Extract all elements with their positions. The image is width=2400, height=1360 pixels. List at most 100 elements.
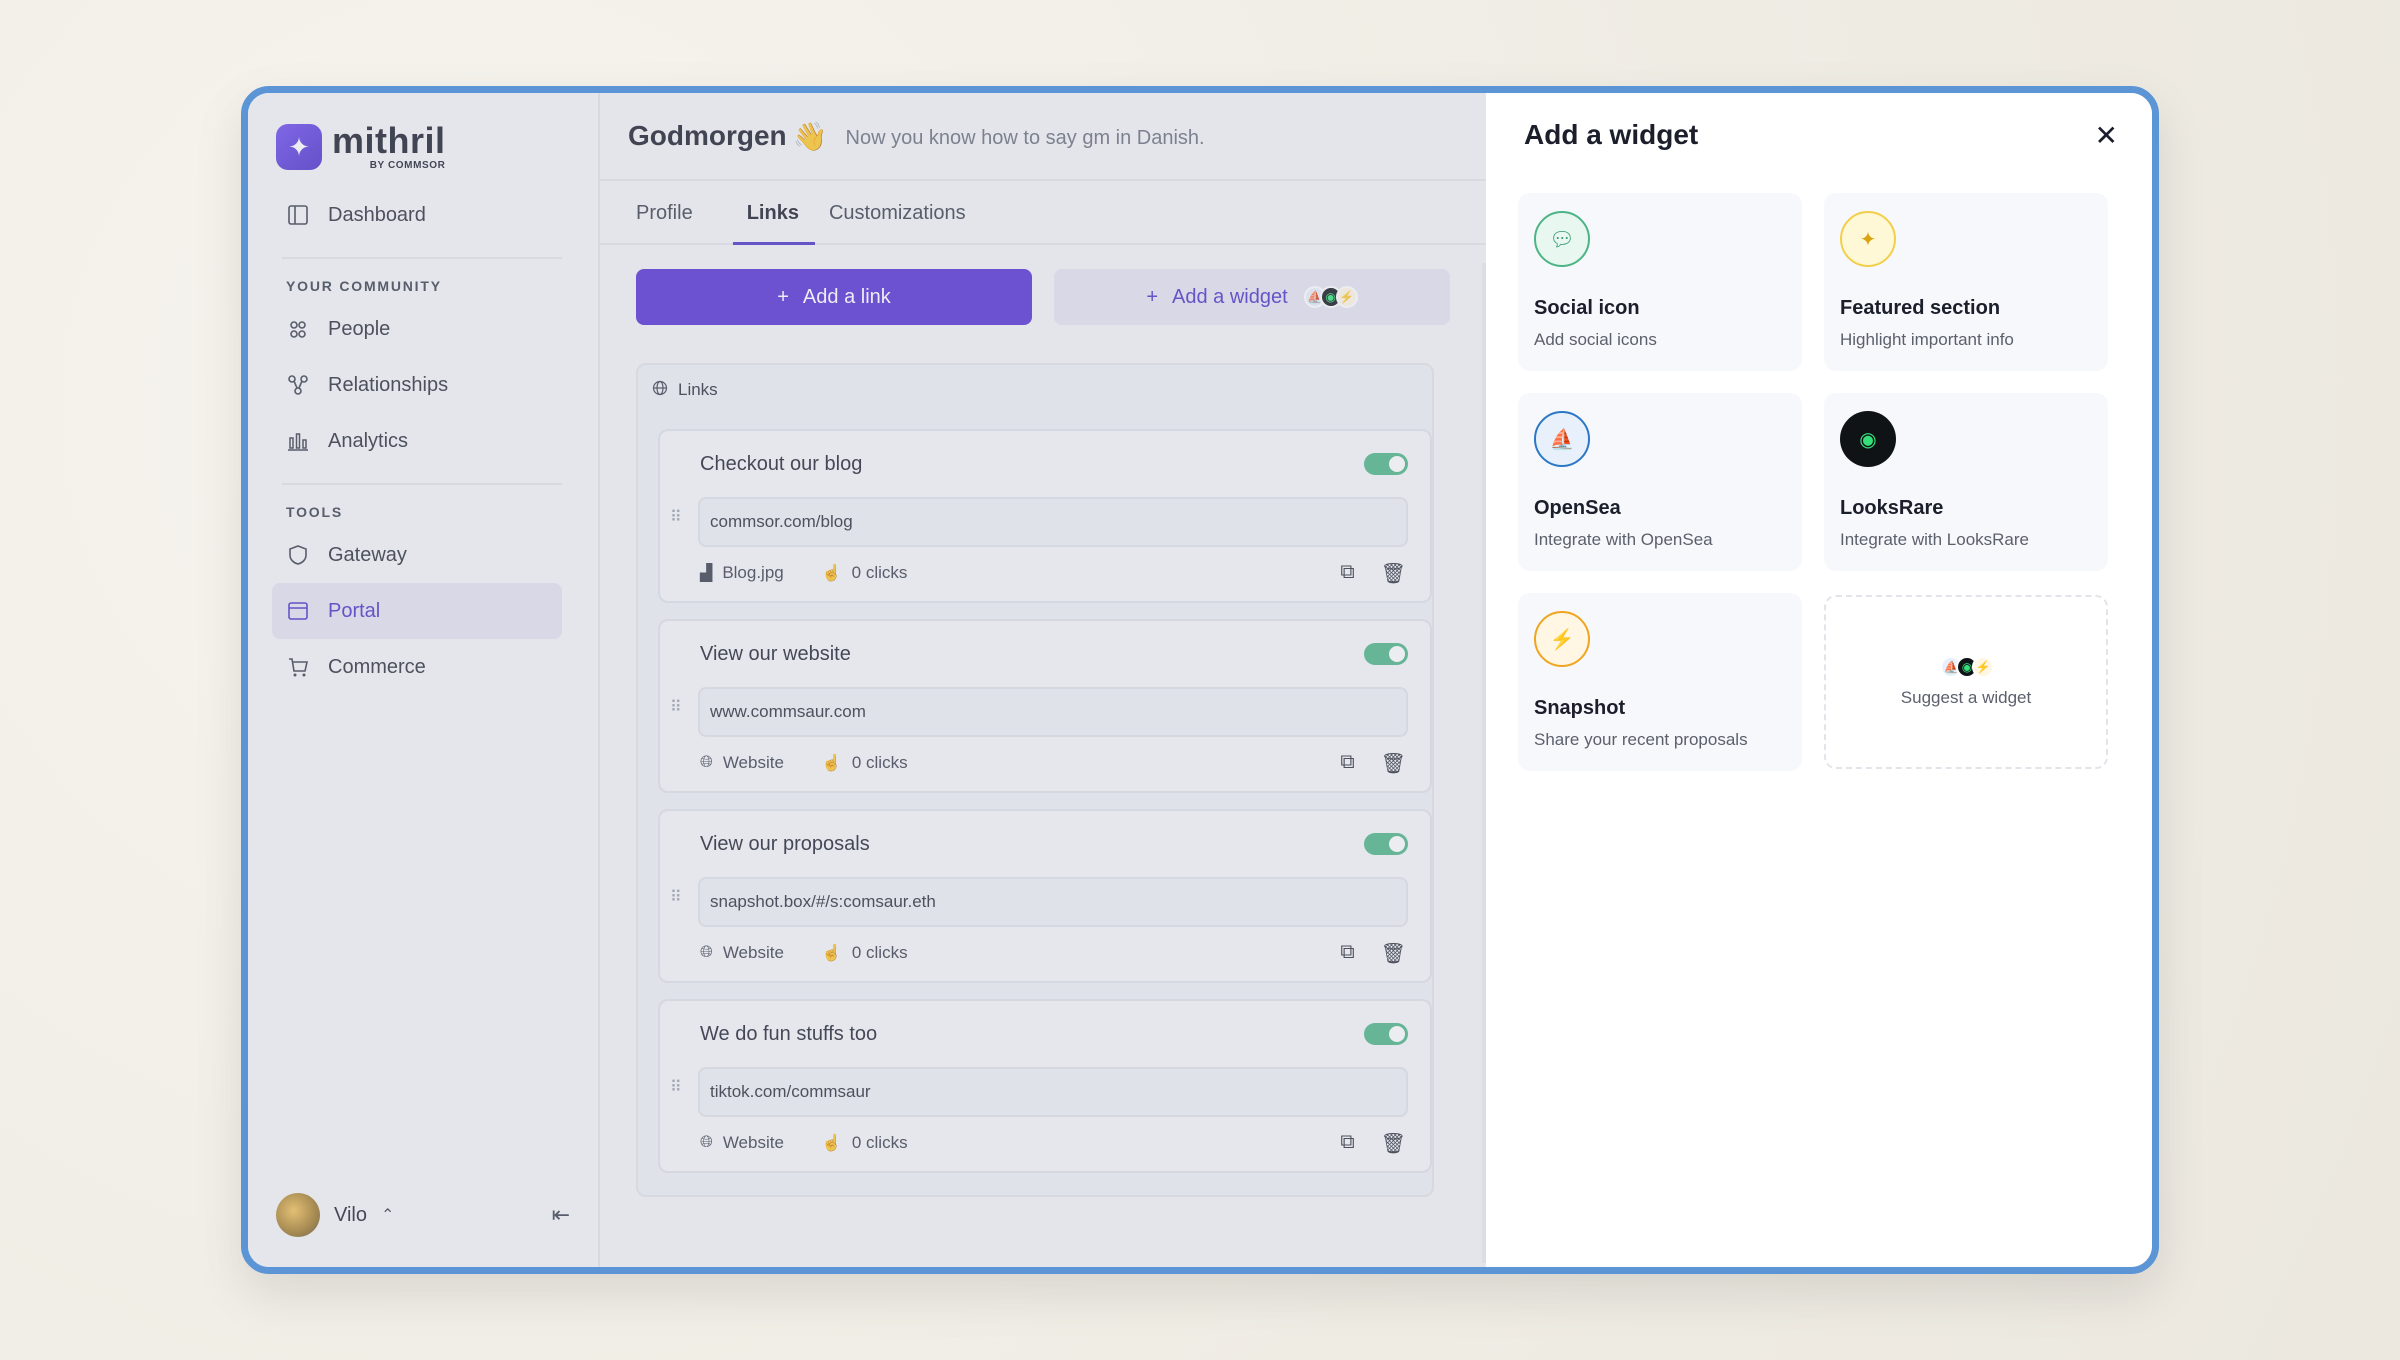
looksrare-icon: ◉ xyxy=(1840,411,1896,467)
user-name: Vilo xyxy=(334,1203,367,1226)
drag-handle-icon[interactable]: ⠿ xyxy=(670,1077,682,1097)
trash-icon[interactable]: 🗑 xyxy=(1381,561,1406,586)
page-subtitle: Now you know how to say gm in Danish. xyxy=(845,126,1205,149)
plus-icon: + xyxy=(1146,285,1159,308)
page-title: Godmorgen xyxy=(628,120,787,151)
link-card: View our proposals ⠿ snapshot.box/#/s:co… xyxy=(658,809,1432,983)
link-url-input[interactable]: snapshot.box/#/s:comsaur.eth xyxy=(698,877,1408,927)
relationships-icon xyxy=(286,373,310,397)
chevron-up-icon[interactable]: ⌃ xyxy=(381,1205,394,1225)
sidebar-item-label: Relationships xyxy=(328,373,449,396)
sidebar-item-label: Dashboard xyxy=(328,203,426,226)
widget-name: LooksRare xyxy=(1840,497,1944,519)
portal-icon xyxy=(286,599,310,623)
chat-icon: 💬︎ xyxy=(1534,211,1590,267)
copy-icon[interactable]: ⧉ xyxy=(1340,1131,1354,1156)
sidebar-item-gateway[interactable]: Gateway xyxy=(272,527,562,583)
link-title: View our website xyxy=(700,643,851,665)
brand-sub: BY COMMSOR xyxy=(369,160,446,171)
section-label-community: YOUR COMMUNITY xyxy=(286,278,442,294)
widget-snapshot[interactable]: ⚡ Snapshot Share your recent proposals xyxy=(1518,593,1802,771)
sidebar-item-commerce[interactable]: Commerce xyxy=(272,639,562,695)
sidebar-item-people[interactable]: People xyxy=(272,301,562,357)
widget-desc: Integrate with LooksRare xyxy=(1840,530,2029,549)
dashboard-icon xyxy=(286,203,310,227)
image-file-icon: ▟ xyxy=(700,565,713,582)
wave-emoji: 👋 xyxy=(792,120,828,152)
tab-profile[interactable]: Profile xyxy=(636,183,707,243)
link-clicks: 0 clicks xyxy=(851,753,908,772)
clicks-icon: ☝ xyxy=(821,755,842,772)
lightning-icon: ⚡ xyxy=(1335,286,1358,308)
link-clicks: 0 clicks xyxy=(851,563,908,582)
copy-icon[interactable]: ⧉ xyxy=(1340,751,1354,776)
link-card: Checkout our blog ⠿ commsor.com/blog ▟ B… xyxy=(658,429,1432,603)
widget-desc: Integrate with OpenSea xyxy=(1534,530,1713,549)
page-header: Godmorgen 👋 Now you know how to say gm i… xyxy=(600,93,1500,181)
mithril-logo-icon: ✦ xyxy=(276,124,322,170)
link-enabled-toggle[interactable] xyxy=(1364,453,1408,475)
add-widget-button[interactable]: + Add a widget ⛵ ◉ ⚡ xyxy=(1054,269,1450,325)
sidebar-item-relationships[interactable]: Relationships xyxy=(272,357,562,413)
link-meta-label: Blog.jpg xyxy=(722,563,784,582)
user-menu[interactable]: Vilo ⌃ ⇤ xyxy=(276,1191,570,1239)
drag-handle-icon[interactable]: ⠿ xyxy=(670,887,682,907)
tab-customizations[interactable]: Customizations xyxy=(829,183,980,243)
link-title: View our proposals xyxy=(700,833,870,855)
sparkle-icon: ✦ xyxy=(1840,211,1896,267)
sidebar-item-label: Portal xyxy=(328,599,381,622)
people-icon xyxy=(286,317,310,341)
drag-handle-icon[interactable]: ⠿ xyxy=(670,507,682,527)
link-title: We do fun stuffs too xyxy=(700,1023,878,1045)
sidebar-item-portal[interactable]: Portal xyxy=(272,583,562,639)
avatar[interactable] xyxy=(276,1193,320,1237)
link-url-input[interactable]: commsor.com/blog xyxy=(698,497,1408,547)
opensea-icon: ⛵ xyxy=(1534,411,1590,467)
sidebar-item-analytics[interactable]: Analytics xyxy=(272,413,562,469)
trash-icon[interactable]: 🗑 xyxy=(1381,751,1406,776)
suggest-widget-card[interactable]: ⛵ ◉ ⚡ Suggest a widget xyxy=(1824,595,2108,769)
widget-opensea[interactable]: ⛵ OpenSea Integrate with OpenSea xyxy=(1518,393,1802,571)
collapse-sidebar-icon[interactable]: ⇤ xyxy=(552,1202,570,1228)
tab-bar: Profile Links Customizations xyxy=(600,181,1500,245)
link-meta-label: Website xyxy=(722,943,784,962)
links-panel-title: Links xyxy=(678,380,718,399)
add-link-label: Add a link xyxy=(802,285,891,308)
sidebar-item-label: Gateway xyxy=(328,543,407,566)
trash-icon[interactable]: 🗑 xyxy=(1381,941,1406,966)
clicks-icon: ☝ xyxy=(821,1135,842,1152)
link-url-input[interactable]: www.commsaur.com xyxy=(698,687,1408,737)
sidebar: ✦ mithril BY COMMSOR Dashboard YOUR COMM… xyxy=(248,93,600,1267)
shield-icon xyxy=(286,543,310,567)
drag-handle-icon[interactable]: ⠿ xyxy=(670,697,682,717)
widget-featured-section[interactable]: ✦ Featured section Highlight important i… xyxy=(1824,193,2108,371)
copy-icon[interactable]: ⧉ xyxy=(1340,941,1354,966)
brand-logo[interactable]: ✦ mithril BY COMMSOR xyxy=(276,119,570,175)
link-enabled-toggle[interactable] xyxy=(1364,833,1408,855)
link-meta-label: Website xyxy=(722,753,784,772)
link-card: We do fun stuffs too ⠿ tiktok.com/commsa… xyxy=(658,999,1432,1173)
widget-looksrare[interactable]: ◉ LooksRare Integrate with LooksRare xyxy=(1824,393,2108,571)
brand-name: mithril xyxy=(332,120,446,161)
sidebar-divider xyxy=(282,483,562,485)
sidebar-item-dashboard[interactable]: Dashboard xyxy=(272,187,562,243)
close-icon[interactable]: ✕ xyxy=(2095,119,2118,152)
suggest-widget-label: Suggest a widget xyxy=(1900,688,2032,707)
clicks-icon: ☝ xyxy=(821,565,842,582)
tab-links[interactable]: Links xyxy=(732,183,816,245)
link-enabled-toggle[interactable] xyxy=(1364,643,1408,665)
widget-social-icon[interactable]: 💬︎ Social icon Add social icons xyxy=(1518,193,1802,371)
sidebar-item-label: Analytics xyxy=(328,429,409,452)
links-panel: Links Checkout our blog ⠿ commsor.com/bl… xyxy=(636,363,1434,1197)
link-meta-label: Website xyxy=(722,1133,784,1152)
analytics-icon xyxy=(286,429,310,453)
link-enabled-toggle[interactable] xyxy=(1364,1023,1408,1045)
trash-icon[interactable]: 🗑 xyxy=(1381,1131,1406,1156)
link-url-input[interactable]: tiktok.com/commsaur xyxy=(698,1067,1408,1117)
add-link-button[interactable]: + Add a link xyxy=(636,269,1032,325)
lightning-icon: ⚡ xyxy=(1534,611,1590,667)
link-card: View our website ⠿ www.commsaur.com 🌐︎ W… xyxy=(658,619,1432,793)
copy-icon[interactable]: ⧉ xyxy=(1340,561,1354,586)
section-label-tools: TOOLS xyxy=(286,504,343,520)
widget-name: OpenSea xyxy=(1534,497,1621,519)
